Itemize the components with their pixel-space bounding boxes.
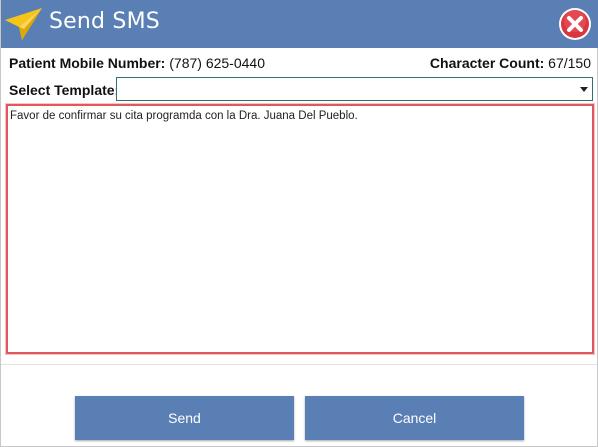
send-button[interactable]: Send (75, 396, 294, 440)
template-dropdown[interactable] (116, 77, 593, 101)
chevron-down-icon[interactable] (580, 87, 588, 92)
close-icon[interactable] (558, 7, 592, 41)
message-textarea[interactable]: Favor de confirmar su cita programda con… (6, 104, 594, 354)
message-text: Favor de confirmar su cita programda con… (10, 110, 358, 122)
character-count-label: Character Count: (429, 55, 545, 71)
character-count-row: Character Count: 67/150 (430, 55, 591, 71)
paper-plane-icon (4, 7, 44, 41)
dialog-title: Send SMS (49, 9, 160, 34)
character-count-value: 67/150 (548, 55, 591, 71)
patient-mobile-row: Patient Mobile Number: (787) 625-0440 (9, 55, 265, 71)
patient-mobile-label: Patient Mobile Number: (9, 55, 166, 71)
title-bar: Send SMS (1, 0, 598, 48)
cancel-button[interactable]: Cancel (305, 396, 524, 440)
divider (1, 364, 597, 365)
send-sms-dialog: Send SMS Patient Mobile Number: (787) 62… (0, 0, 598, 447)
patient-mobile-value: (787) 625-0440 (169, 55, 265, 71)
select-template-label: Select Template: (9, 82, 120, 98)
